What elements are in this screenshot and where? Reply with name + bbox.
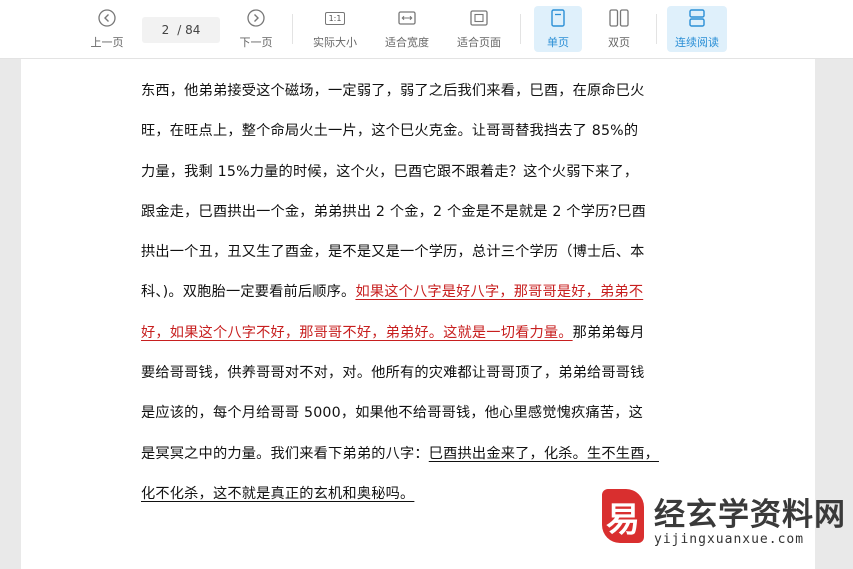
fit-width-icon [398, 6, 416, 30]
text-line: 是冥冥之中的力量。我们来看下弟弟的八字：巳酉拱出金来了，化杀。生不生酉， [141, 445, 659, 462]
actual-size-label: 实际大小 [313, 36, 357, 49]
continuous-reading-button[interactable]: 连续阅读 [667, 6, 727, 52]
site-watermark: 易 经玄学资料网 yijingxuanxue.com [602, 489, 845, 555]
chevron-left-circle-icon [98, 6, 116, 30]
text-line: 科、)。双胞胎一定要看前后顺序。如果这个八字是好八字，那哥哥是好，弟弟不 [141, 284, 644, 301]
next-page-button[interactable]: 下一页 [233, 6, 279, 52]
prev-page-label: 上一页 [90, 36, 124, 49]
text-line: 好，如果这个八字不好，那哥哥不好，弟弟好。这就是一切看力量。那弟弟每月 [141, 324, 645, 341]
prev-page-button[interactable]: 上一页 [84, 6, 130, 52]
fit-page-button[interactable]: 适合页面 [450, 6, 508, 52]
underlined-text: 化不化杀，这不就是真正的玄机和奥秘吗。 [141, 485, 415, 502]
watermark-url: yijingxuanxue.com [654, 532, 805, 547]
continuous-reading-icon [688, 6, 706, 30]
highlighted-text: 好，如果这个八字不好，那哥哥不好，弟弟好。这就是一切看力量。 [141, 324, 573, 341]
single-page-label: 单页 [547, 36, 569, 49]
single-page-button[interactable]: 单页 [534, 6, 582, 52]
actual-size-button[interactable]: 1:1 实际大小 [306, 6, 364, 52]
double-page-label: 双页 [608, 36, 630, 49]
actual-size-icon: 1:1 [324, 6, 346, 30]
viewer-toolbar: 上一页 2 / 84 下一页 1:1 实际大小 适合宽度 适合页面 单页 双页 … [0, 0, 853, 59]
highlighted-text: 如果这个八字是好八字，那哥哥是好，弟弟不 [355, 284, 644, 301]
fit-page-icon [470, 6, 488, 30]
fit-page-label: 适合页面 [457, 36, 501, 49]
watermark-logo-icon: 易 [602, 489, 644, 543]
toolbar-divider [520, 14, 521, 44]
total-pages: / 84 [177, 23, 201, 37]
double-page-button[interactable]: 双页 [595, 6, 643, 52]
continuous-reading-label: 连续阅读 [675, 36, 719, 49]
chevron-right-circle-icon [247, 6, 265, 30]
toolbar-divider [292, 14, 293, 44]
text-line: 力量，我剩 15%力量的时候，这个火，巳酉它跟不跟着走？这个火弱下来了， [141, 163, 639, 180]
text-line: 是应该的，每个月给哥哥 5000，如果他不给哥哥钱，他心里感觉愧疚痛苦，这 [141, 405, 644, 422]
watermark-title: 经玄学资料网 [654, 497, 846, 533]
single-page-icon [551, 6, 565, 30]
current-page-input[interactable]: 2 [162, 23, 170, 37]
next-page-label: 下一页 [239, 36, 273, 49]
text-line: 东西，他弟弟接受这个磁场，一定弱了，弱了之后我们来看，巳酉，在原命巳火 [141, 83, 645, 99]
text-line: 旺，在旺点上，整个命局火土一片，这个巳火克金。让哥哥替我挡去了 85%的 [141, 123, 639, 140]
page-number-field[interactable]: 2 / 84 [142, 17, 220, 43]
fit-width-label: 适合宽度 [385, 36, 429, 49]
double-page-icon [609, 6, 629, 30]
text-line: 拱出一个丑，丑又生了酉金，是不是又是一个学历，总计三个学历（博士后、本 [141, 244, 645, 261]
text-line: 要给哥哥钱，供养哥哥对不对，对。他所有的灾难都让哥哥顶了，弟弟给哥哥钱 [141, 365, 645, 382]
document-text: 东西，他弟弟接受这个磁场，一定弱了，弱了之后我们来看，巳酉，在原命巳火 旺，在旺… [141, 71, 696, 514]
fit-width-button[interactable]: 适合宽度 [378, 6, 436, 52]
text-line: 跟金走，巳酉拱出一个金，弟弟拱出 2 个金，2 个金是不是就是 2 个学历?巳酉 [141, 203, 646, 220]
toolbar-divider [656, 14, 657, 44]
underlined-text: 巳酉拱出金来了，化杀。生不生酉， [428, 445, 659, 462]
